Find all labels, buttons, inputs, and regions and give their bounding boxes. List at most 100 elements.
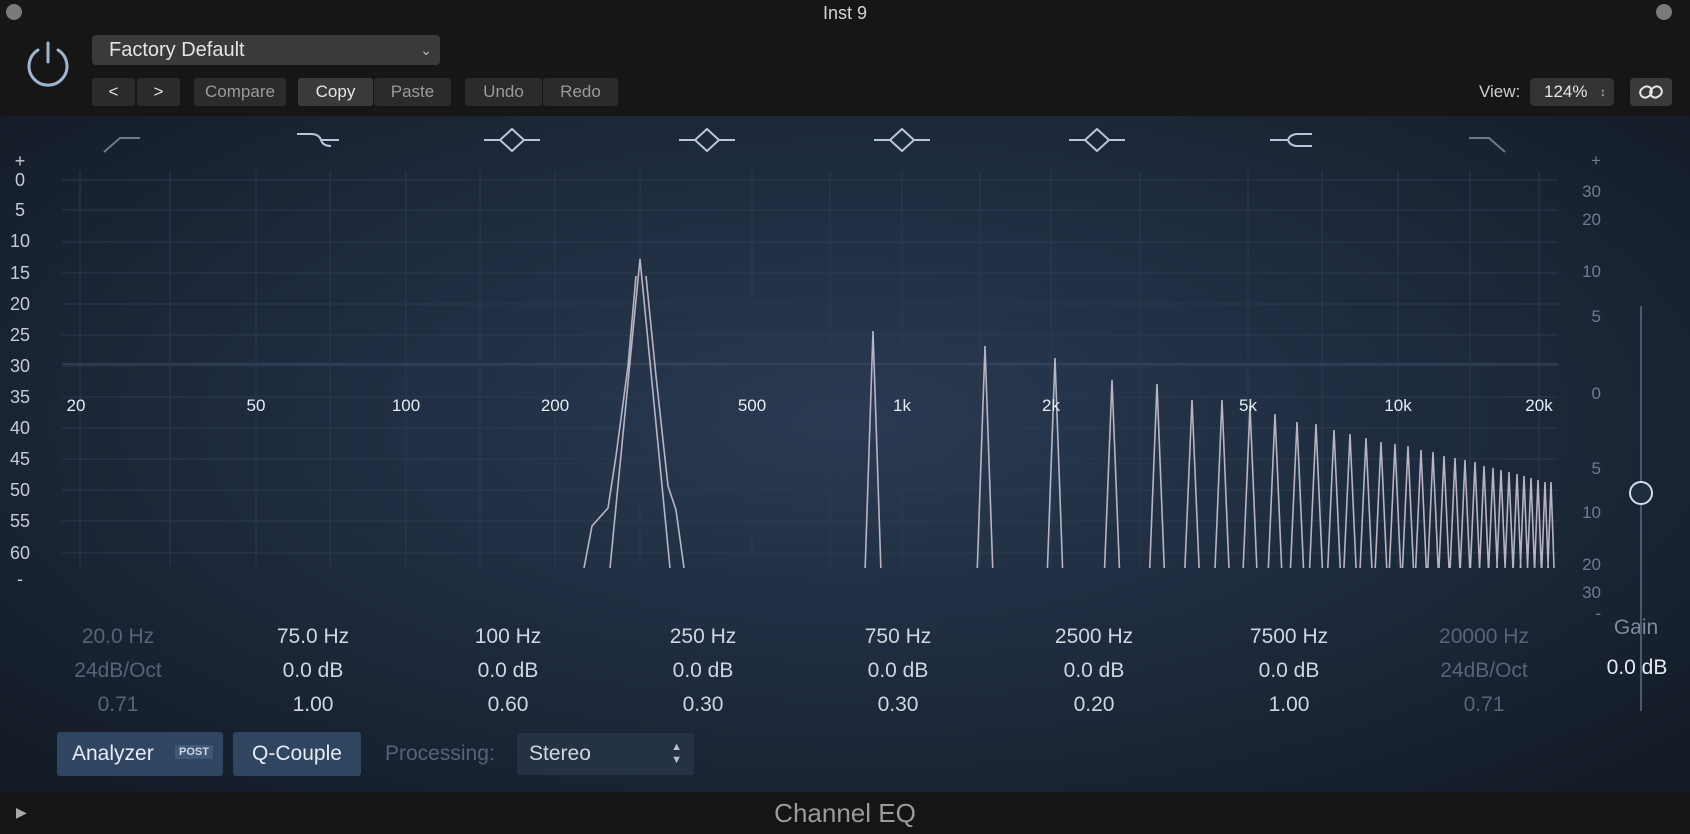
plugin-window: Inst 9 Factory Default ⌄ < > Compare Cop…: [0, 0, 1690, 834]
band-q[interactable]: 0.30: [828, 688, 968, 722]
left-scale-label: 30: [9, 356, 31, 376]
updown-arrows-icon: ▲ ▼: [671, 741, 682, 766]
analyzer-label: Analyzer: [72, 742, 154, 765]
copy-button[interactable]: Copy: [298, 78, 373, 106]
eq-graph-canvas: [62, 127, 1558, 569]
left-scale-label: 35: [9, 387, 31, 407]
right-scale-label: -: [1595, 604, 1601, 623]
power-icon[interactable]: [22, 38, 74, 90]
band-gain[interactable]: 0.0 dB: [438, 654, 578, 688]
window-title: Inst 9: [822, 3, 868, 23]
left-scale-label: 0: [14, 170, 25, 190]
band-7-params[interactable]: 7500 Hz 0.0 dB 1.00: [1219, 620, 1359, 722]
band-5-params[interactable]: 750 Hz 0.0 dB 0.30: [828, 620, 968, 722]
band-2-params[interactable]: 75.0 Hz 0.0 dB 1.00: [243, 620, 383, 722]
chevron-down-icon: ⌄: [420, 42, 432, 58]
undo-button[interactable]: Undo: [465, 78, 542, 106]
left-scale-label: 60: [9, 543, 31, 563]
prev-preset-button[interactable]: <: [92, 78, 135, 106]
bell-icon: [679, 127, 735, 153]
left-scale-label: 45: [9, 449, 31, 469]
right-scale-label: 30: [1582, 583, 1601, 602]
band-gain[interactable]: 24dB/Oct: [1414, 654, 1554, 688]
left-scale-label: 10: [9, 231, 31, 251]
left-scale-label: 50: [9, 480, 31, 500]
redo-button[interactable]: Redo: [543, 78, 618, 106]
band-q[interactable]: 1.00: [243, 688, 383, 722]
title-bar: Inst 9: [0, 0, 1690, 26]
next-preset-button[interactable]: >: [137, 78, 180, 106]
band-6-params[interactable]: 2500 Hz 0.0 dB 0.20: [1024, 620, 1164, 722]
band-8-params[interactable]: 20000 Hz 24dB/Oct 0.71: [1414, 620, 1554, 722]
analyzer-post-badge[interactable]: POST: [175, 745, 213, 759]
window-control-button[interactable]: [1656, 4, 1672, 20]
band-gain[interactable]: 0.0 dB: [828, 654, 968, 688]
high-cut-icon: [1469, 137, 1506, 153]
footer-bar: ▶ Channel EQ: [0, 792, 1690, 834]
band-frequency[interactable]: 20.0 Hz: [48, 620, 188, 654]
low-shelf-icon: [297, 133, 339, 147]
band-q[interactable]: 0.30: [633, 688, 773, 722]
bell-icon: [484, 127, 540, 153]
band-4-params[interactable]: 250 Hz 0.0 dB 0.30: [633, 620, 773, 722]
left-scale-label: 25: [9, 325, 31, 345]
freq-label: 20: [66, 396, 86, 415]
band-gain[interactable]: 24dB/Oct: [48, 654, 188, 688]
q-couple-button[interactable]: Q-Couple: [233, 732, 361, 776]
gain-fader-knob[interactable]: [1626, 478, 1656, 508]
band-frequency[interactable]: 100 Hz: [438, 620, 578, 654]
stepper-icon: ↕: [1600, 85, 1606, 99]
band-frequency[interactable]: 750 Hz: [828, 620, 968, 654]
band-q[interactable]: 0.71: [1414, 688, 1554, 722]
plugin-name: Channel EQ: [774, 798, 916, 828]
left-scale-label: 40: [9, 418, 31, 438]
bell-icon: [874, 127, 930, 153]
freq-label: 5k: [1239, 396, 1257, 415]
band-gain[interactable]: 0.0 dB: [1024, 654, 1164, 688]
view-label: View:: [1479, 82, 1521, 101]
freq-label: 500: [737, 396, 767, 415]
high-shelf-icon: [1270, 133, 1312, 147]
freq-label: 2k: [1042, 396, 1060, 415]
freq-label: 100: [391, 396, 421, 415]
band-frequency[interactable]: 250 Hz: [633, 620, 773, 654]
right-scale-label: 30: [1582, 182, 1601, 201]
right-scale-label: 5: [1591, 459, 1601, 478]
band-frequency[interactable]: 20000 Hz: [1414, 620, 1554, 654]
band-frequency[interactable]: 2500 Hz: [1024, 620, 1164, 654]
freq-label: 1k: [893, 396, 911, 415]
band-gain[interactable]: 0.0 dB: [1219, 654, 1359, 688]
band-q[interactable]: 0.71: [48, 688, 188, 722]
right-scale-label: 20: [1582, 555, 1601, 574]
band-1-params[interactable]: 20.0 Hz 24dB/Oct 0.71: [48, 620, 188, 722]
low-cut-icon: [103, 137, 140, 153]
band-frequency[interactable]: 75.0 Hz: [243, 620, 383, 654]
preset-dropdown[interactable]: Factory Default ⌄: [92, 35, 440, 65]
link-button[interactable]: [1630, 78, 1672, 106]
right-scale-label: +: [1591, 151, 1601, 170]
freq-label: 50: [246, 396, 266, 415]
band-frequency[interactable]: 7500 Hz: [1219, 620, 1359, 654]
band-q[interactable]: 0.20: [1024, 688, 1164, 722]
band-q[interactable]: 0.60: [438, 688, 578, 722]
band-gain[interactable]: 0.0 dB: [633, 654, 773, 688]
left-scale-label: 5: [14, 200, 25, 220]
view-zoom-select[interactable]: 124% ↕: [1530, 78, 1614, 106]
preset-name: Factory Default: [109, 39, 245, 61]
eq-graph[interactable]: + 0 5 10 15 20 25 30 35 40 45 50 55 60 -…: [0, 116, 1690, 636]
view-zoom-value: 124%: [1544, 82, 1588, 101]
right-scale-label: 5: [1591, 307, 1601, 326]
band-3-params[interactable]: 100 Hz 0.0 dB 0.60: [438, 620, 578, 722]
right-scale-label: 10: [1582, 262, 1601, 281]
band-gain[interactable]: 0.0 dB: [243, 654, 383, 688]
paste-button[interactable]: Paste: [374, 78, 451, 106]
processing-select[interactable]: Stereo ▲ ▼: [517, 733, 694, 775]
left-scale-label: 55: [9, 511, 31, 531]
processing-label: Processing:: [385, 742, 495, 765]
processing-value: Stereo: [529, 742, 591, 765]
left-scale-label: 15: [9, 263, 31, 283]
band-q[interactable]: 1.00: [1219, 688, 1359, 722]
compare-button[interactable]: Compare: [194, 78, 286, 106]
analyzer-button[interactable]: Analyzer POST: [57, 732, 223, 776]
bell-icon: [1069, 127, 1125, 153]
